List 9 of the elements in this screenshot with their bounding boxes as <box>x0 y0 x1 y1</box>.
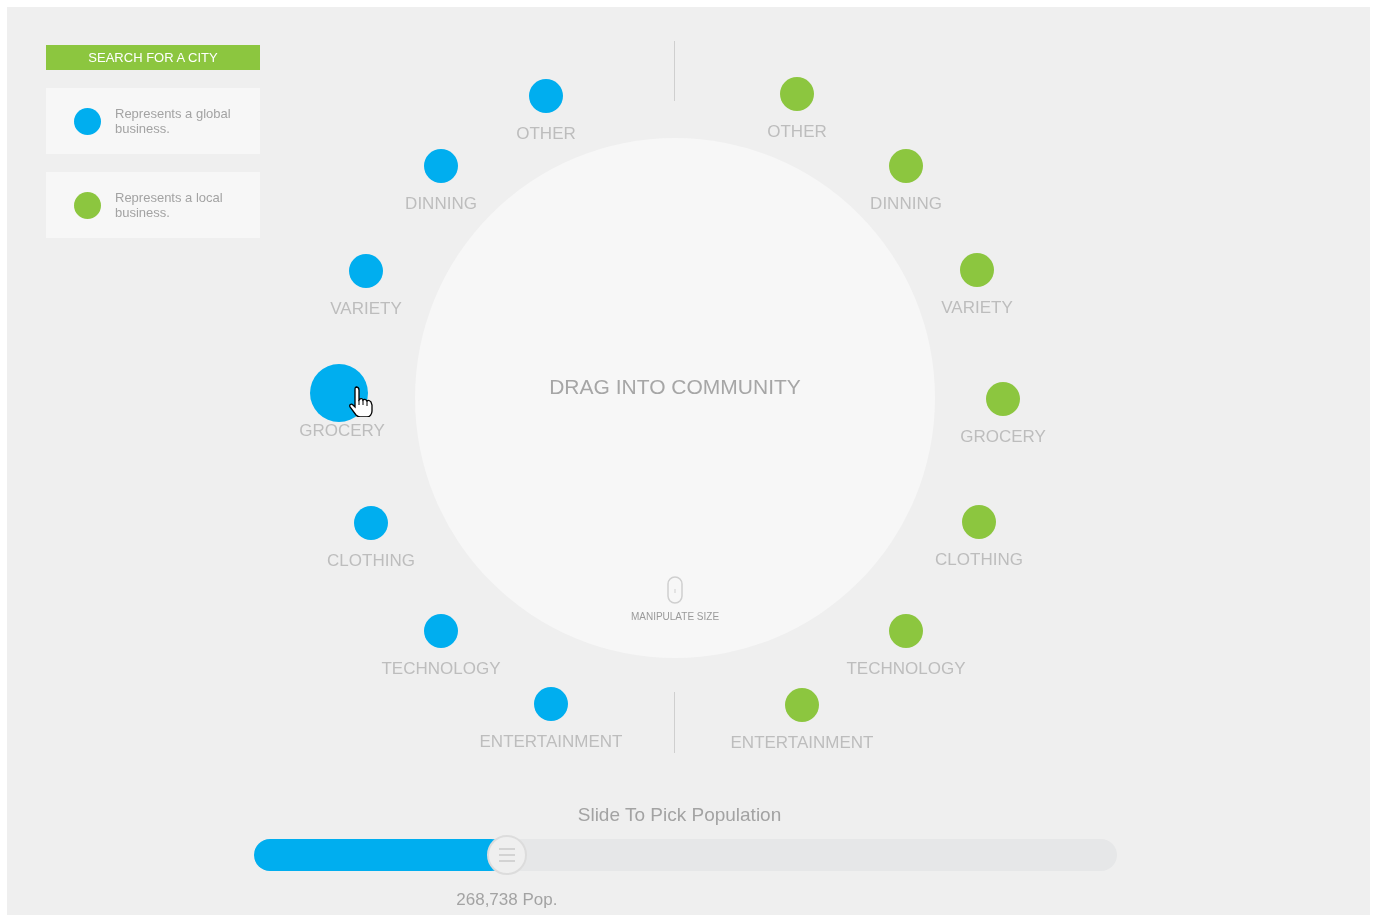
legend-text: Represents a global business. <box>115 106 232 136</box>
search-city-button[interactable]: SEARCH FOR A CITY <box>46 45 260 70</box>
manipulate-size-hint: MANIPULATE SIZE <box>630 609 720 624</box>
legend-text: Represents a local business. <box>115 190 224 220</box>
mouse-icon <box>667 575 683 604</box>
community-title: DRAG INTO COMMUNITY <box>549 374 801 400</box>
slider-title: Slide To Pick Population <box>577 802 782 827</box>
population-reading: 268,738 Pop. <box>456 889 558 911</box>
slider-handle[interactable] <box>486 835 527 875</box>
